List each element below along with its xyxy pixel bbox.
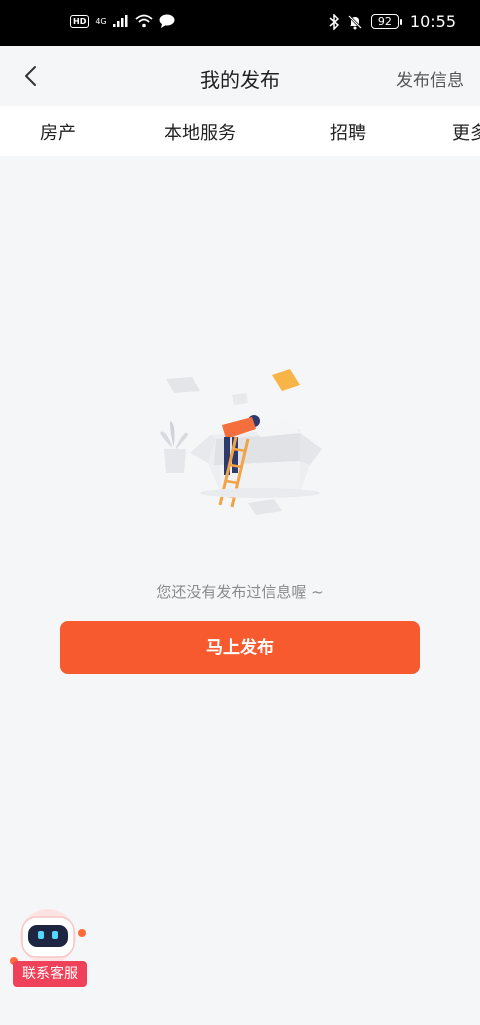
status-bar: HD 4G 92 10:55 — [0, 0, 480, 46]
tab-recruitment[interactable]: 招聘 — [330, 119, 366, 145]
clock: 10:55 — [409, 12, 456, 31]
back-button[interactable] — [18, 62, 46, 90]
signal-icon — [112, 15, 128, 27]
robot-icon — [10, 909, 86, 965]
mute-bell-icon — [348, 14, 362, 29]
customer-support-widget[interactable]: 联系客服 — [6, 905, 90, 987]
tab-more[interactable]: 更多 — [452, 119, 480, 145]
category-tab-bar: 房产 本地服务 招聘 更多 — [0, 106, 480, 156]
nav-bar: 我的发布 发布信息 — [0, 46, 480, 106]
tab-local-services[interactable]: 本地服务 — [164, 119, 236, 145]
bluetooth-icon — [329, 13, 339, 30]
support-label: 联系客服 — [13, 961, 87, 987]
wifi-icon — [135, 14, 153, 28]
publish-now-button[interactable]: 马上发布 — [60, 621, 420, 674]
empty-state-message: 您还没有发布过信息喔 ~ — [156, 583, 324, 601]
status-left: HD 4G — [70, 14, 175, 28]
empty-box-illustration — [160, 369, 322, 515]
battery-indicator: 92 — [370, 14, 402, 29]
chevron-left-icon — [25, 66, 36, 86]
network-type: 4G — [95, 16, 107, 26]
message-icon — [159, 14, 175, 28]
battery-level: 92 — [370, 14, 399, 29]
battery-tip — [399, 18, 402, 25]
publish-info-link[interactable]: 发布信息 — [396, 66, 464, 91]
status-right: 92 10:55 — [329, 12, 456, 31]
hd-badge: HD — [70, 14, 90, 28]
tab-real-estate[interactable]: 房产 — [40, 119, 76, 145]
